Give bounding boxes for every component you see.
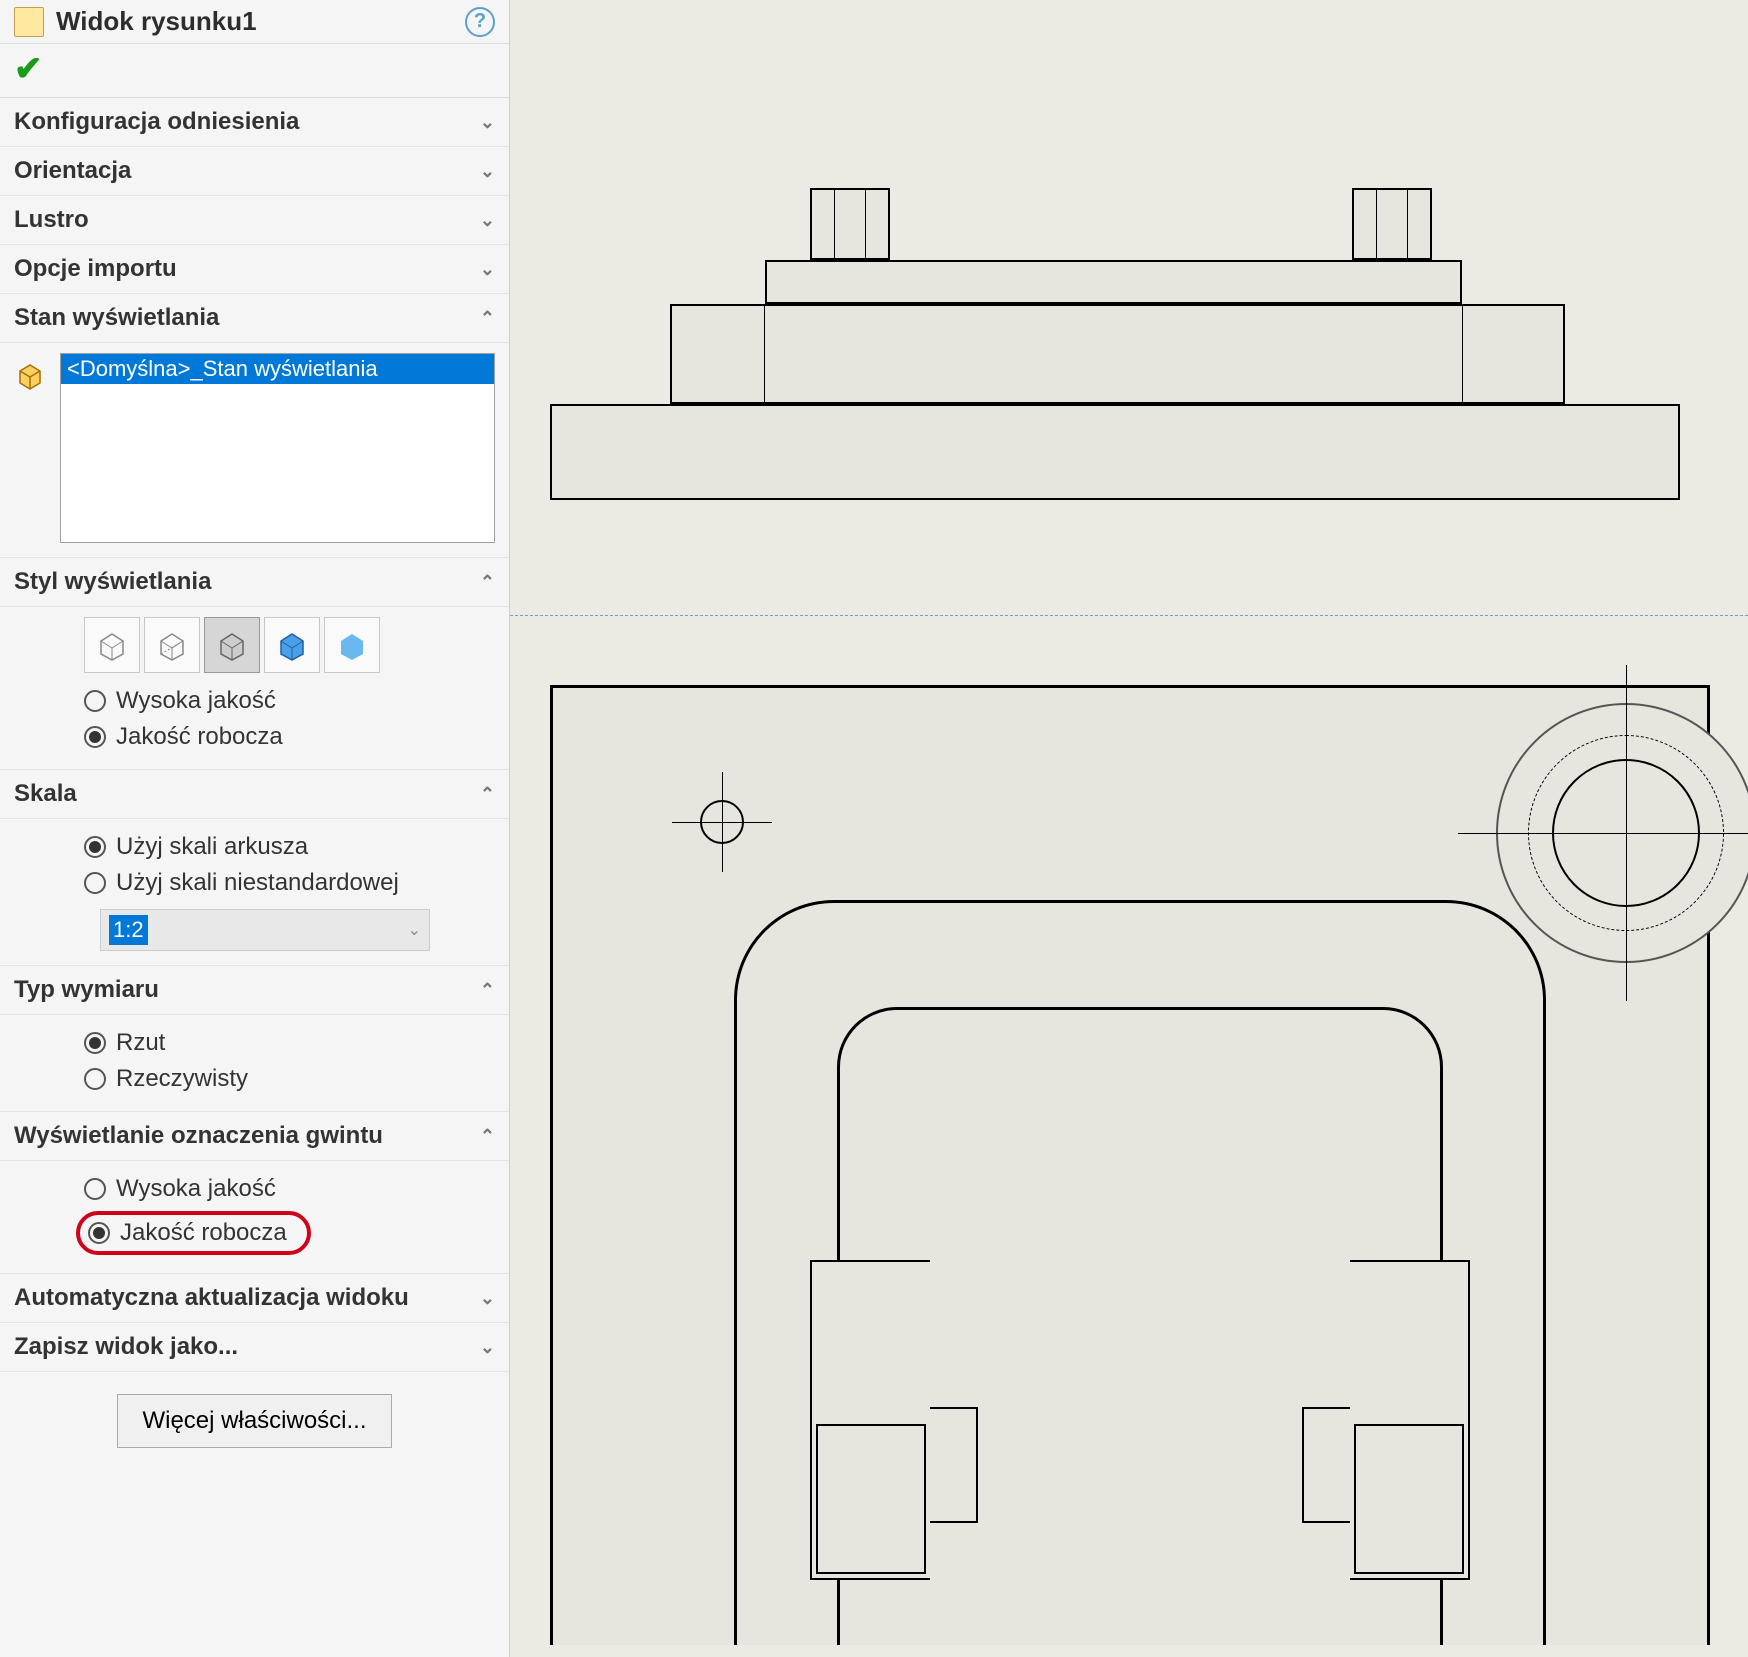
section-thread-display[interactable]: Wyświetlanie oznaczenia gwintu ⌃	[0, 1112, 509, 1161]
drawing-view-icon	[14, 7, 44, 37]
chevron-down-icon: ⌄	[480, 259, 495, 280]
edge-line	[1462, 306, 1463, 402]
section-save-as[interactable]: Zapisz widok jako... ⌄	[0, 1323, 509, 1372]
section-display-state[interactable]: Stan wyświetlania ⌃	[0, 294, 509, 343]
inner-edge	[816, 1424, 926, 1574]
thread-display-body: Wysoka jakość Jakość robocza	[0, 1161, 509, 1274]
inner-edge	[1354, 1424, 1464, 1574]
chevron-up-icon: ⌃	[480, 572, 495, 593]
bump	[1302, 1407, 1350, 1523]
radio-high-quality[interactable]: Wysoka jakość	[14, 683, 495, 719]
display-state-listbox[interactable]: <Domyślna>_Stan wyświetlania	[60, 353, 495, 543]
dimension-type-body: Rzut Rzeczywisty	[0, 1015, 509, 1112]
display-state-cube-icon	[14, 359, 46, 391]
centerline-v	[722, 772, 723, 872]
radio-icon	[88, 1222, 110, 1244]
radio-draft-quality[interactable]: Jakość robocza	[14, 719, 495, 755]
radio-icon	[84, 836, 106, 858]
radio-projected[interactable]: Rzut	[14, 1025, 495, 1061]
radio-icon	[84, 690, 106, 712]
drawing-view-top[interactable]	[550, 200, 1680, 500]
section-display-style[interactable]: Styl wyświetlania ⌃	[0, 558, 509, 607]
panel-header: Widok rysunku1 ?	[0, 0, 509, 44]
drawing-view-bottom[interactable]	[550, 685, 1710, 1645]
chevron-down-icon: ⌄	[480, 210, 495, 231]
panel-title: Widok rysunku1	[56, 6, 453, 37]
tab-left	[810, 1260, 930, 1580]
radio-thread-high[interactable]: Wysoka jakość	[14, 1171, 495, 1207]
chevron-up-icon: ⌃	[480, 1126, 495, 1147]
highlight-ring: Jakość robocza	[76, 1211, 311, 1255]
scale-combobox[interactable]: 1:2 ⌄	[100, 909, 430, 951]
section-scale[interactable]: Skala ⌃	[0, 770, 509, 819]
style-wireframe-button[interactable]	[84, 617, 140, 673]
radio-icon	[84, 872, 106, 894]
section-dimension-type[interactable]: Typ wymiaru ⌃	[0, 966, 509, 1015]
chevron-up-icon: ⌃	[480, 784, 495, 805]
display-style-buttons	[84, 617, 495, 673]
scale-value: 1:2	[109, 915, 148, 945]
confirm-checkmark-icon[interactable]: ✔	[14, 52, 43, 86]
drawing-canvas[interactable]	[510, 0, 1748, 1657]
top-block	[765, 260, 1462, 304]
action-row: ✔	[0, 44, 509, 98]
radio-true[interactable]: Rzeczywisty	[14, 1061, 495, 1097]
section-orientation[interactable]: Orientacja ⌄	[0, 147, 509, 196]
help-icon[interactable]: ?	[465, 7, 495, 37]
style-shaded-edges-button[interactable]	[264, 617, 320, 673]
bolt-left	[810, 188, 890, 260]
boss-top-right	[1496, 703, 1748, 963]
radio-icon	[84, 1068, 106, 1090]
radio-icon	[84, 1178, 106, 1200]
display-state-body: <Domyślna>_Stan wyświetlania	[0, 343, 509, 558]
bump	[930, 1407, 978, 1523]
display-style-body: Wysoka jakość Jakość robocza	[0, 607, 509, 770]
more-properties-button[interactable]: Więcej właściwości...	[117, 1394, 391, 1448]
chevron-down-icon: ⌄	[480, 161, 495, 182]
radio-icon	[84, 1032, 106, 1054]
display-state-item[interactable]: <Domyślna>_Stan wyświetlania	[61, 354, 494, 384]
section-reference-config[interactable]: Konfiguracja odniesienia ⌄	[0, 98, 509, 147]
chevron-down-icon: ⌄	[480, 1337, 495, 1358]
chevron-down-icon: ⌄	[480, 1288, 495, 1309]
centerline-v	[1626, 665, 1627, 1001]
mid-block	[670, 304, 1565, 404]
radio-use-sheet-scale[interactable]: Użyj skali arkusza	[14, 829, 495, 865]
style-hidden-removed-button[interactable]	[204, 617, 260, 673]
radio-thread-draft[interactable]: Jakość robocza	[14, 1207, 495, 1259]
section-auto-update[interactable]: Automatyczna aktualizacja widoku ⌄	[0, 1274, 509, 1323]
radio-use-custom-scale[interactable]: Użyj skali niestandardowej	[14, 865, 495, 901]
style-hidden-visible-button[interactable]	[144, 617, 200, 673]
style-shaded-button[interactable]	[324, 617, 380, 673]
chevron-down-icon: ⌄	[480, 112, 495, 133]
chevron-up-icon: ⌃	[480, 308, 495, 329]
slot-inner	[837, 1007, 1443, 1645]
scale-body: Użyj skali arkusza Użyj skali niestandar…	[0, 819, 509, 966]
hole-top-left	[700, 800, 744, 844]
section-import-options[interactable]: Opcje importu ⌄	[0, 245, 509, 294]
slot-outer	[734, 900, 1546, 1645]
projection-line	[510, 615, 1748, 616]
chevron-up-icon: ⌃	[480, 980, 495, 1001]
tab-right	[1350, 1260, 1470, 1580]
radio-icon	[84, 726, 106, 748]
centerline-h	[1458, 833, 1748, 834]
chevron-down-icon: ⌄	[408, 920, 421, 940]
edge-line	[764, 306, 765, 402]
base-plate	[550, 404, 1680, 500]
property-panel: Widok rysunku1 ? ✔ Konfiguracja odniesie…	[0, 0, 510, 1657]
bolt-right	[1352, 188, 1432, 260]
section-mirror[interactable]: Lustro ⌄	[0, 196, 509, 245]
